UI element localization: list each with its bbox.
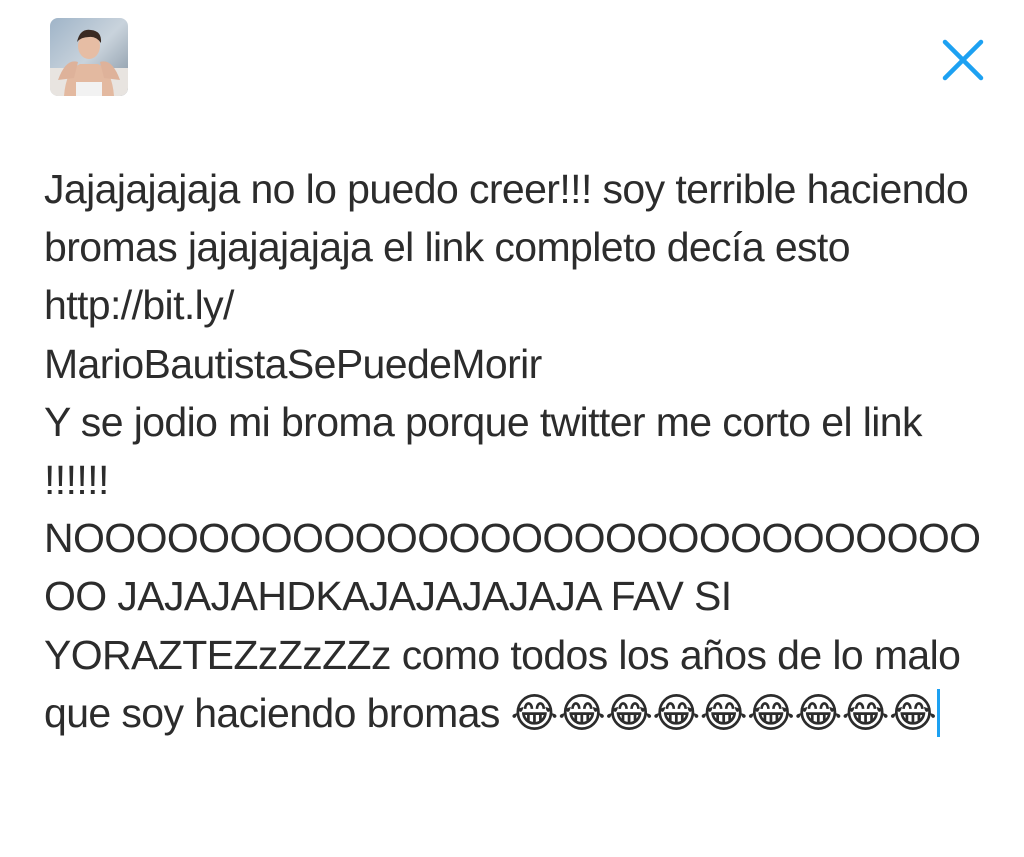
tweet-compose-area[interactable]: Jajajajajaja no lo puedo creer!!! soy te…: [44, 160, 984, 742]
text-cursor: [937, 688, 941, 737]
close-icon: [942, 39, 984, 81]
avatar-photo-icon: [50, 18, 128, 96]
user-avatar[interactable]: [50, 18, 128, 96]
tweet-text[interactable]: Jajajajajaja no lo puedo creer!!! soy te…: [44, 166, 981, 736]
close-button[interactable]: [937, 34, 989, 86]
